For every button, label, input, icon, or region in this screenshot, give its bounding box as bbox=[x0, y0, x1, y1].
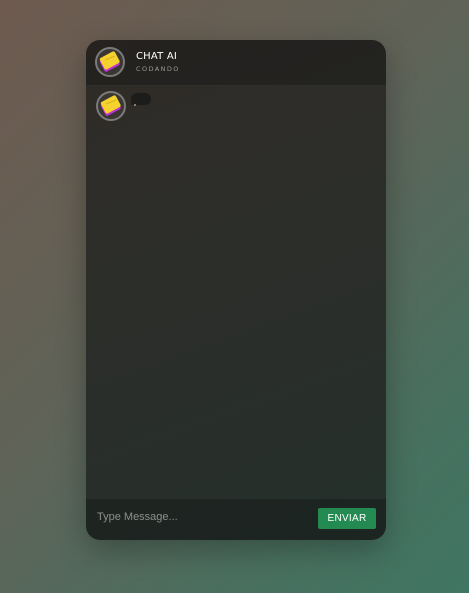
typing-indicator-dot bbox=[134, 104, 136, 106]
chat-header: CHAT AI CODANDO bbox=[86, 40, 386, 86]
send-button[interactable]: ENVIAR bbox=[318, 508, 376, 529]
message-input[interactable] bbox=[90, 506, 317, 528]
chat-title: CHAT AI bbox=[136, 51, 178, 62]
message-composer: ENVIAR bbox=[86, 499, 386, 540]
sticky-note-icon bbox=[100, 95, 121, 116]
bot-avatar bbox=[95, 47, 125, 77]
sticky-note-icon bbox=[99, 51, 120, 72]
message-list bbox=[86, 86, 386, 498]
chat-status: CODANDO bbox=[136, 65, 180, 73]
chat-window: CHAT AI CODANDO ENVIAR bbox=[86, 40, 386, 540]
message-avatar bbox=[96, 91, 126, 121]
